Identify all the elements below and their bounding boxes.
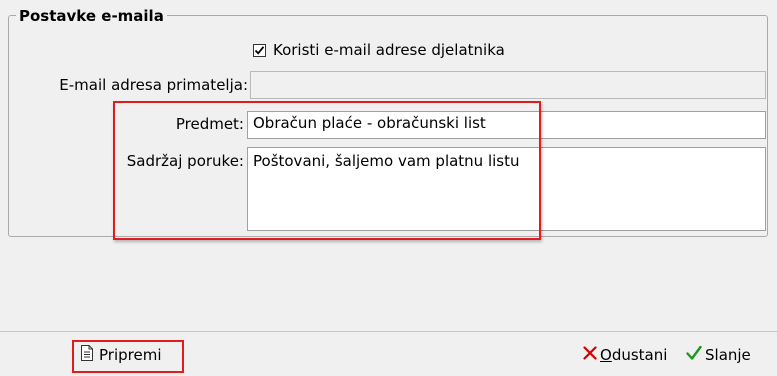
send-button[interactable]: Slanje	[686, 343, 751, 367]
cancel-button[interactable]: Odustani	[583, 343, 667, 367]
recipient-email-field[interactable]	[250, 71, 766, 99]
highlight-frame-fields	[113, 101, 541, 240]
use-employee-email-checkbox[interactable]	[253, 43, 266, 57]
recipient-label: E-mail adresa primatelja:	[59, 76, 248, 94]
use-employee-email-checkbox-row[interactable]: Koristi e-mail adrese djelatnika	[253, 40, 505, 60]
use-employee-email-label: Koristi e-mail adrese djelatnika	[273, 41, 505, 59]
send-button-label: Slanje	[705, 346, 751, 364]
footer-divider	[0, 331, 777, 332]
close-icon	[583, 346, 597, 364]
highlight-frame-prepare	[72, 340, 184, 373]
group-title: Postavke e-maila	[16, 6, 167, 26]
checkmark-icon	[686, 345, 702, 365]
checkmark-icon	[254, 45, 265, 55]
cancel-button-label: Odustani	[600, 346, 668, 364]
